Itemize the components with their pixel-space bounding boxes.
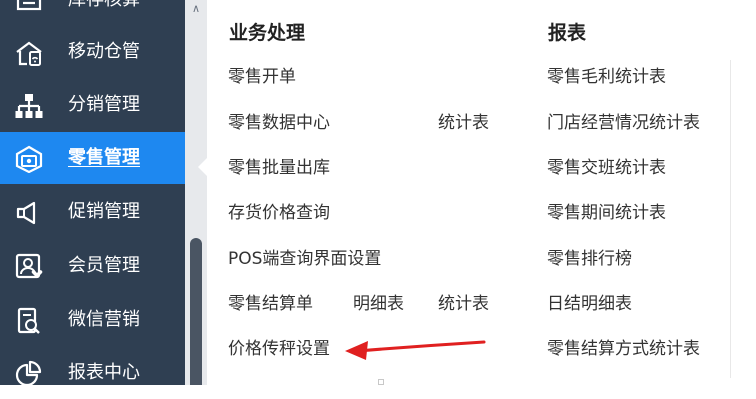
menu-item-price-scale-settings[interactable]: 价格传秤设置 [228, 338, 330, 360]
business-section-header: 业务处理 [229, 22, 306, 44]
megaphone-icon [16, 201, 36, 225]
retail-icon [15, 145, 43, 173]
report-item-retail-ranking[interactable]: 零售排行榜 [547, 248, 632, 270]
sidebar-item-label: 促销管理 [68, 201, 140, 222]
menu-item-retail-order[interactable]: 零售开单 [228, 66, 296, 88]
sidebar-item-report-center[interactable]: 报表中心 [0, 347, 185, 399]
sidebar-item-label: 分销管理 [68, 94, 140, 115]
column-divider [730, 60, 731, 378]
sidebar: 库存核算 移动仓管 分销管理 零售管 [0, 0, 185, 387]
menu-item-retail-bulk-outbound[interactable]: 零售批量出库 [228, 157, 330, 179]
retail-submenu-panel: 业务处理 报表 零售开单 零售数据中心 统计表 零售批量出库 存货价格查询 PO… [207, 0, 756, 385]
sidebar-item-retail[interactable]: 零售管理 [0, 132, 185, 184]
active-menu-pointer [198, 158, 207, 176]
sidebar-item-wechat-marketing[interactable]: 微信营销 [0, 294, 185, 346]
inventory-icon [16, 0, 42, 11]
hierarchy-icon [15, 94, 43, 118]
sidebar-item-label: 报表中心 [68, 362, 140, 383]
sidebar-item-label: 会员管理 [68, 255, 140, 276]
reports-section-header: 报表 [548, 22, 587, 44]
menu-item-pos-query-settings[interactable]: POS端查询界面设置 [228, 248, 381, 270]
sidebar-item-member[interactable]: 会员管理 [0, 240, 185, 292]
scroll-up-icon[interactable]: ∧ [188, 2, 204, 16]
resize-handle [378, 379, 384, 385]
sidebar-item-label: 移动仓管 [68, 41, 140, 62]
sidebar-item-mobile-warehouse[interactable]: 移动仓管 [0, 26, 185, 78]
sidebar-item-label: 库存核算 [68, 0, 140, 12]
pie-chart-icon [15, 360, 42, 387]
sidebar-item-label: 微信营销 [68, 309, 140, 330]
menu-item-settlement-statistics[interactable]: 统计表 [438, 293, 489, 315]
menu-item-settlement-detail[interactable]: 明细表 [353, 293, 404, 315]
menu-item-data-center-statistics[interactable]: 统计表 [438, 112, 489, 134]
report-item-store-operations[interactable]: 门店经营情况统计表 [547, 112, 700, 134]
sidebar-item-label: 零售管理 [68, 147, 140, 168]
report-item-retail-gross-profit[interactable]: 零售毛利统计表 [547, 66, 666, 88]
wechat-icon [17, 307, 40, 334]
mobile-warehouse-icon [16, 41, 42, 66]
report-item-retail-shift[interactable]: 零售交班统计表 [547, 157, 666, 179]
report-item-daily-closing-detail[interactable]: 日结明细表 [547, 293, 632, 315]
report-item-settlement-method[interactable]: 零售结算方式统计表 [547, 338, 700, 360]
menu-item-retail-settlement[interactable]: 零售结算单 [228, 293, 313, 315]
member-icon [15, 253, 43, 279]
scrollbar-thumb[interactable] [190, 238, 202, 385]
menu-item-inventory-price-query[interactable]: 存货价格查询 [228, 202, 330, 224]
report-item-retail-period[interactable]: 零售期间统计表 [547, 202, 666, 224]
menu-item-retail-data-center[interactable]: 零售数据中心 [228, 112, 330, 134]
sidebar-item-distribution[interactable]: 分销管理 [0, 79, 185, 131]
sidebar-item-inventory-accounting[interactable]: 库存核算 [0, 0, 185, 26]
sidebar-item-promotion[interactable]: 促销管理 [0, 186, 185, 238]
